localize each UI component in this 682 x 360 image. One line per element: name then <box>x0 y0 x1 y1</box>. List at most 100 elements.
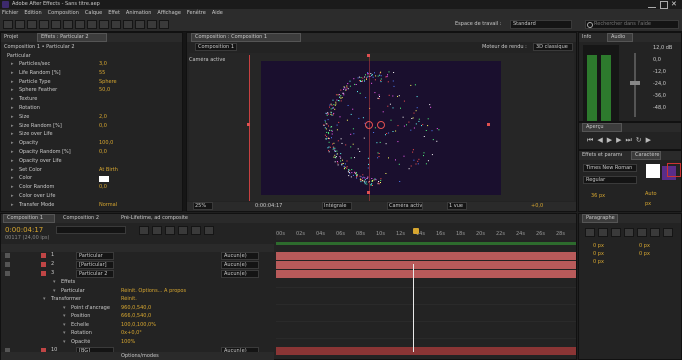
tab-timeline-comp1[interactable]: Composition 1 <box>3 214 55 223</box>
effect-property-row[interactable]: ▸ Life Random [%] 55 <box>1 70 182 78</box>
layer-duration-bar[interactable] <box>276 252 576 260</box>
twirl-icon[interactable]: ▸ <box>11 70 14 76</box>
property-value[interactable]: 55 <box>99 70 105 76</box>
twirl-icon[interactable]: ▸ <box>11 79 14 85</box>
zoom-tool-icon[interactable] <box>27 20 37 29</box>
last-frame-icon[interactable]: ⏭ <box>625 136 631 145</box>
eraser-tool-icon[interactable] <box>135 20 145 29</box>
viewer-timecode[interactable]: 0:00:04:17 <box>255 203 282 209</box>
views-select[interactable]: 1 vue <box>447 202 467 210</box>
prev-frame-icon[interactable]: ◀ <box>597 136 602 145</box>
play-icon[interactable]: ▶ <box>607 136 612 145</box>
effect-property-row[interactable]: ▸ Opacity 100,0 <box>1 140 182 148</box>
property-value[interactable]: 3,0 <box>99 61 107 67</box>
emitter-point-icon[interactable] <box>377 121 385 129</box>
layer-property-row[interactable]: ▾ Échelle 100,0,100,0% <box>1 321 576 331</box>
label-color-icon[interactable] <box>41 271 46 276</box>
layer-row[interactable]: 3 Particular 2 Aucun(e) <box>1 270 576 278</box>
twirl-icon[interactable]: ▾ <box>63 322 66 328</box>
tab-character[interactable]: Caractère <box>631 151 661 160</box>
roto-tool-icon[interactable] <box>147 20 157 29</box>
tab-info[interactable]: Info <box>582 34 591 40</box>
twirl-icon[interactable]: ▾ <box>43 296 46 302</box>
justify-left-icon[interactable] <box>624 228 634 237</box>
pen-tool-icon[interactable] <box>87 20 97 29</box>
label-color-icon[interactable] <box>41 262 46 267</box>
twirl-icon[interactable]: ▸ <box>11 123 14 129</box>
layer-property-value[interactable]: 666,0,540,0 <box>121 313 151 319</box>
twirl-icon[interactable]: ▸ <box>11 202 14 208</box>
tracking-px[interactable]: px <box>645 201 651 207</box>
twirl-icon[interactable]: ▸ <box>11 158 14 164</box>
comp-flowchart-icon[interactable] <box>139 226 149 235</box>
handle-icon[interactable] <box>367 191 370 194</box>
space-before-value[interactable]: 0 px <box>639 251 650 257</box>
property-value[interactable]: 2,0 <box>99 114 107 120</box>
twirl-icon[interactable]: ▾ <box>63 305 66 311</box>
align-left-icon[interactable] <box>585 228 595 237</box>
workspace-select[interactable]: Standard <box>510 20 572 29</box>
playhead-icon[interactable] <box>413 228 419 234</box>
current-time-indicator[interactable] <box>413 264 414 352</box>
twirl-icon[interactable]: ▸ <box>11 96 14 102</box>
renderer-select[interactable]: 3D classique <box>533 43 573 51</box>
layer-property-row[interactable]: ▾ Opacité 100% <box>1 338 576 348</box>
quality-select[interactable]: Intégrale <box>322 202 352 210</box>
layer-property-row[interactable]: ▾ Rotation 0x+0,0° <box>1 330 576 339</box>
tab-timeline-comp2[interactable]: Composition 2 <box>63 215 99 221</box>
loop-icon[interactable]: ↻ <box>636 136 642 145</box>
time-ruler[interactable]: 00s 02s 04s 06s 08s 10s 12s 14s 16s 18s 20s 22s 24s 2… <box>276 230 576 240</box>
effect-property-row[interactable]: ▸ Rotation <box>1 105 182 113</box>
menu-animation[interactable]: Animation <box>126 10 152 16</box>
timeline-timecode[interactable]: 0:00:04:17 <box>5 226 43 234</box>
view-select[interactable]: Caméra active <box>387 202 423 210</box>
layer-row[interactable]: 2 [Particular] Aucun(e) <box>1 261 576 269</box>
tab-project[interactable]: Projet <box>4 34 18 40</box>
handle-icon[interactable] <box>487 123 490 126</box>
effect-property-row[interactable]: ▸ Size Random [%] 0,0 <box>1 123 182 131</box>
layer-duration-bar[interactable] <box>276 347 576 355</box>
space-after-value[interactable]: 0 px <box>593 259 604 265</box>
twirl-icon[interactable]: ▾ <box>53 288 56 294</box>
effect-property-row[interactable]: ▸ Size over Life <box>1 131 182 139</box>
layer-duration-bar[interactable] <box>276 261 576 269</box>
twirl-icon[interactable]: ▸ <box>11 140 14 146</box>
text-tool-icon[interactable] <box>99 20 109 29</box>
property-value[interactable]: Sphere <box>99 79 117 85</box>
layer-property-row[interactable]: ▾ Effets <box>1 279 576 288</box>
clone-tool-icon[interactable] <box>123 20 133 29</box>
fill-color-swatch[interactable] <box>645 163 661 179</box>
maximize-icon[interactable] <box>660 1 668 9</box>
minimize-icon[interactable] <box>648 2 656 8</box>
puppet-tool-icon[interactable] <box>159 20 169 29</box>
tab-timeline-comp3[interactable]: Pré-Lifetime, ad composite <box>121 215 188 221</box>
align-right-icon[interactable] <box>611 228 621 237</box>
menu-view[interactable]: Affichage <box>157 10 181 16</box>
pan-behind-tool-icon[interactable] <box>63 20 73 29</box>
tab-audio[interactable]: Audio <box>607 33 633 42</box>
parent-select[interactable]: Aucun(e) <box>221 252 259 260</box>
next-frame-icon[interactable]: ▶ <box>616 136 621 145</box>
label-color-icon[interactable] <box>41 253 46 258</box>
motion-blur-icon[interactable] <box>191 226 201 235</box>
effect-property-row[interactable]: ▸ Color Random 0,0 <box>1 184 182 192</box>
property-value[interactable]: At Birth <box>99 167 118 173</box>
rectangle-tool-icon[interactable] <box>75 20 85 29</box>
menu-edit[interactable]: Edition <box>24 10 41 16</box>
layer-property-value[interactable]: 100% <box>121 339 135 345</box>
twirl-icon[interactable]: ▸ <box>11 131 14 137</box>
tab-preview[interactable]: Aperçu <box>582 123 622 132</box>
eye-icon[interactable] <box>5 262 10 267</box>
modes-toggle[interactable]: Options/modes <box>121 353 159 359</box>
exposure-value[interactable]: +0,0 <box>531 203 543 209</box>
indent-first-value[interactable]: 0 px <box>593 251 604 257</box>
handle-icon[interactable] <box>247 123 250 126</box>
audio-slider[interactable] <box>627 53 643 117</box>
layer-search-input[interactable] <box>56 226 126 234</box>
layer-name[interactable]: Particular 2 <box>76 270 114 278</box>
brush-tool-icon[interactable] <box>111 20 121 29</box>
twirl-icon[interactable]: ▸ <box>11 184 14 190</box>
layer-property-row[interactable]: ▾ Point d'ancrage 960,0,540,0 <box>1 304 576 314</box>
ram-preview-icon[interactable]: ▶ <box>646 136 651 145</box>
effect-property-row[interactable]: ▸ Particles/sec 3,0 <box>1 61 182 69</box>
